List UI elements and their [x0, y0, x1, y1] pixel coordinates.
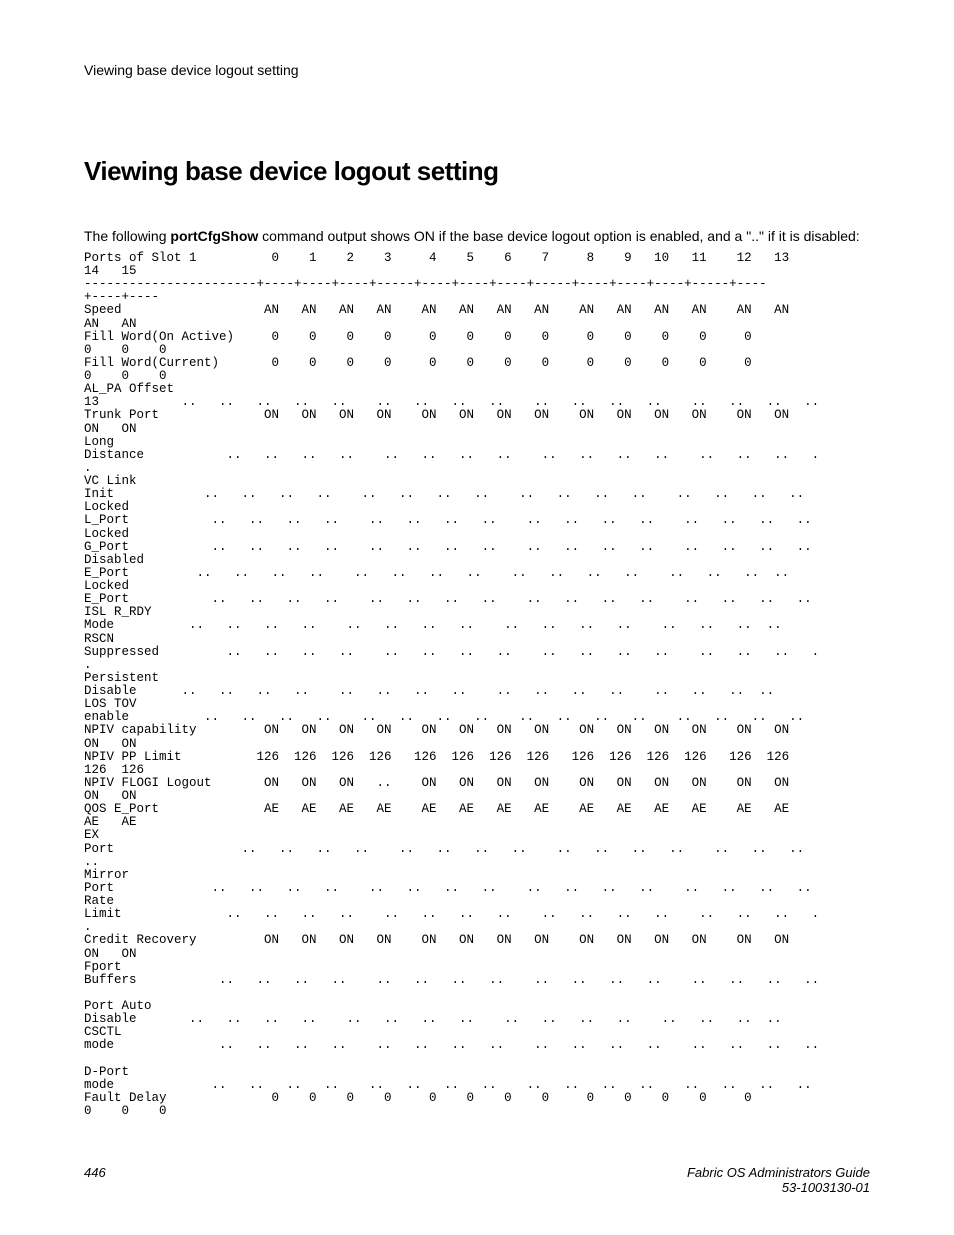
intro-pre: The following	[84, 228, 170, 244]
footer-doc-number: 53-1003130-01	[782, 1180, 870, 1195]
running-header: Viewing base device logout setting	[84, 62, 870, 78]
page-footer: 446 Fabric OS Administrators Guide 53-10…	[84, 1165, 870, 1195]
intro-paragraph: The following portCfgShow command output…	[84, 227, 870, 246]
intro-post: command output shows ON if the base devi…	[258, 228, 859, 244]
page-title: Viewing base device logout setting	[84, 156, 870, 187]
code-output: Ports of Slot 1 0 1 2 3 4 5 6 7 8 9 10 1…	[84, 252, 870, 1118]
page-number: 446	[84, 1165, 106, 1195]
intro-command: portCfgShow	[170, 228, 258, 244]
footer-guide-name: Fabric OS Administrators Guide	[687, 1165, 870, 1180]
